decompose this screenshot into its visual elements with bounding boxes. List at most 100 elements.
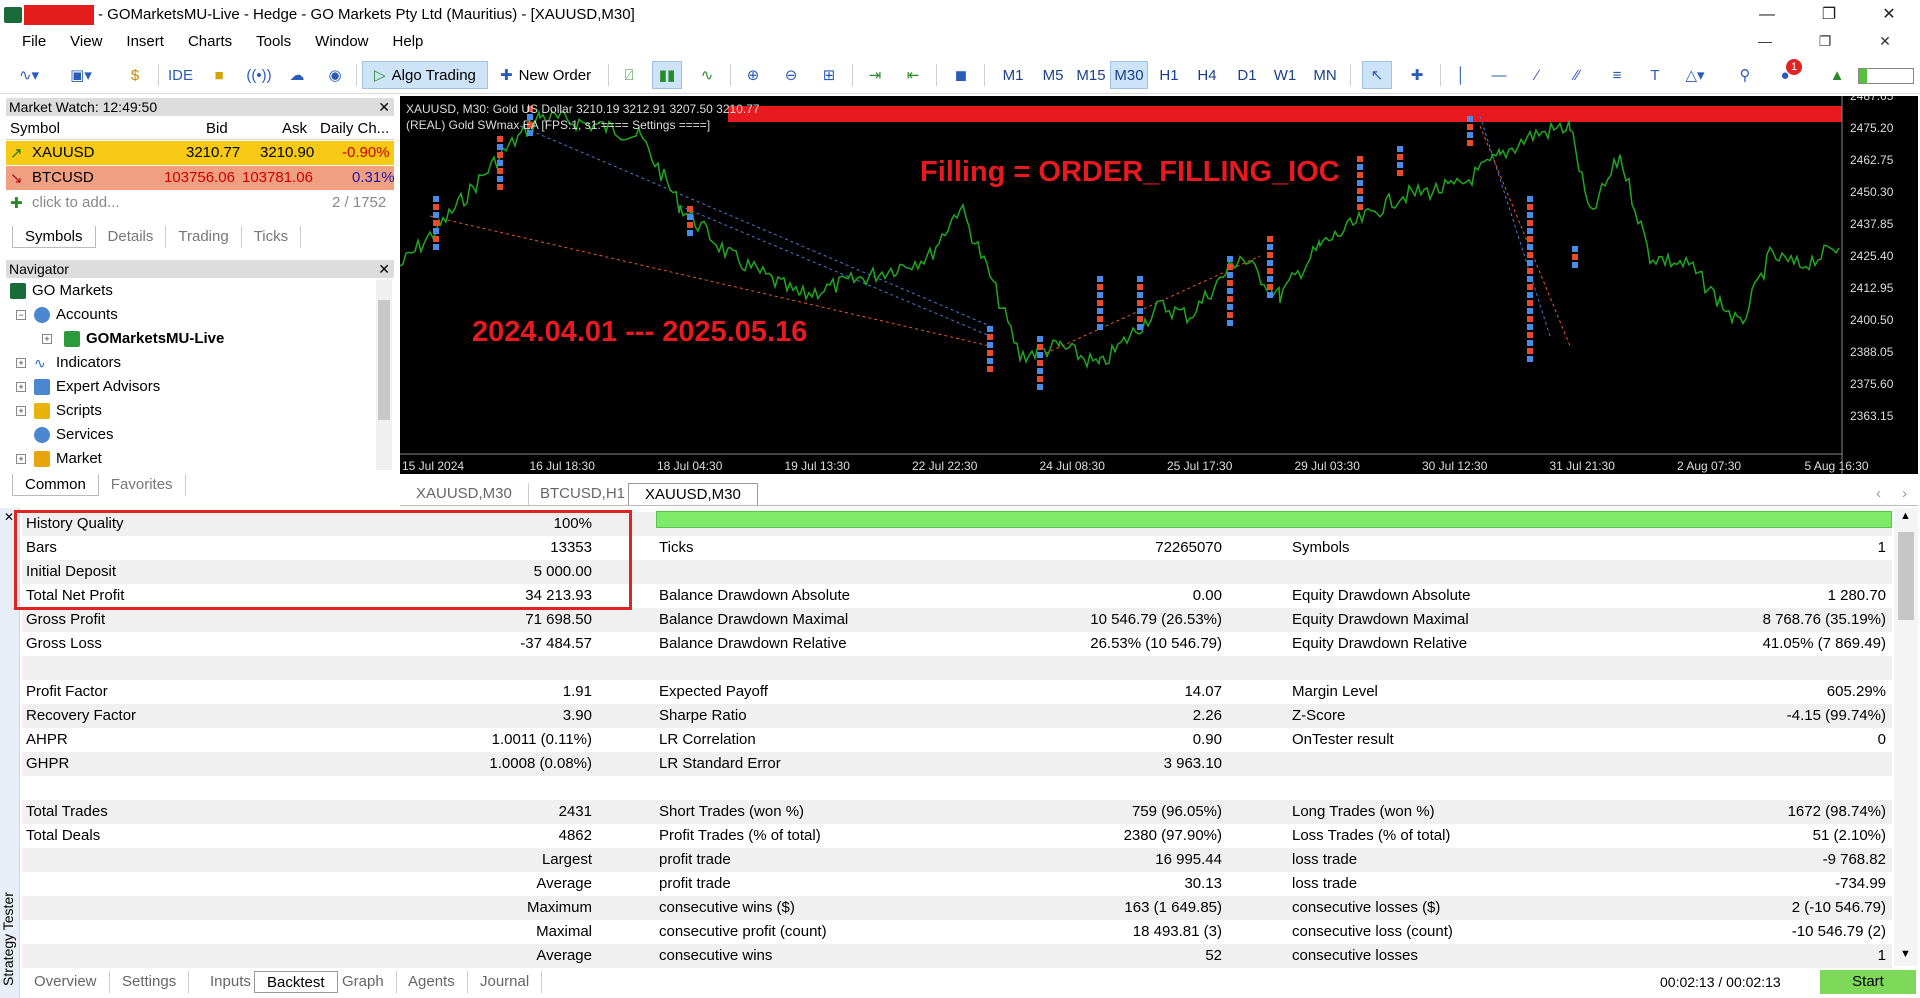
tab-symbols[interactable]: Symbols bbox=[12, 226, 96, 248]
fibo-icon[interactable]: ≡ bbox=[1602, 61, 1632, 89]
trade-marker bbox=[687, 206, 693, 212]
tf-h4[interactable]: H4 bbox=[1188, 61, 1226, 89]
tab-trading[interactable]: Trading bbox=[166, 226, 242, 248]
screenshot-icon[interactable]: ◼ bbox=[946, 61, 976, 89]
tabs-right-icon[interactable]: › bbox=[1886, 483, 1920, 505]
minimize-button[interactable]: — bbox=[1752, 4, 1782, 26]
col-ask[interactable]: Ask bbox=[282, 120, 307, 137]
menu-window[interactable]: Window bbox=[303, 30, 380, 54]
new-order-button[interactable]: ✚ New Order bbox=[494, 61, 597, 89]
nav-scripts[interactable]: Scripts bbox=[34, 402, 102, 419]
nav-go-markets[interactable]: GO Markets bbox=[10, 282, 113, 299]
notifications-icon[interactable]: ● 1 bbox=[1770, 59, 1802, 89]
nav-indicators[interactable]: ∿ Indicators bbox=[34, 354, 121, 371]
nav-expert-advisors[interactable]: Expert Advisors bbox=[34, 378, 160, 395]
expand-icon[interactable]: + bbox=[16, 382, 26, 392]
cloud-icon[interactable]: ☁ bbox=[282, 61, 312, 89]
trendline-icon[interactable]: ∕ bbox=[1522, 61, 1552, 89]
tf-m5[interactable]: M5 bbox=[1034, 61, 1072, 89]
signal-strength-icon[interactable]: ▲ bbox=[1822, 61, 1852, 89]
line-chart-icon[interactable]: ∿ bbox=[692, 61, 722, 89]
chart-tab-xauusd-2[interactable]: XAUUSD,M30 bbox=[628, 483, 758, 505]
tab-agents[interactable]: Agents bbox=[396, 971, 468, 993]
nav-market[interactable]: Market bbox=[34, 450, 102, 467]
tab-ticks[interactable]: Ticks bbox=[242, 226, 302, 248]
tab-favorites[interactable]: Favorites bbox=[99, 474, 186, 496]
expand-icon[interactable]: + bbox=[16, 358, 26, 368]
crosshair-icon[interactable]: ✚ bbox=[1402, 61, 1432, 89]
menu-insert[interactable]: Insert bbox=[114, 30, 176, 54]
tab-settings[interactable]: Settings bbox=[110, 971, 190, 993]
tab-details[interactable]: Details bbox=[96, 226, 167, 248]
ide-button[interactable]: IDE bbox=[162, 61, 199, 89]
tab-backtest[interactable]: Backtest bbox=[254, 971, 338, 993]
tf-m15[interactable]: M15 bbox=[1072, 61, 1110, 89]
bag-icon[interactable]: ■ bbox=[204, 61, 234, 89]
tab-journal[interactable]: Journal bbox=[468, 971, 543, 993]
col-bid[interactable]: Bid bbox=[206, 120, 228, 137]
chart-shift-icon[interactable]: ⇤ bbox=[898, 61, 928, 89]
menu-file[interactable]: File bbox=[0, 30, 58, 54]
menu-view[interactable]: View bbox=[58, 30, 114, 54]
signal-icon[interactable]: ((•)) bbox=[244, 61, 274, 89]
cursor-icon[interactable]: ↖ bbox=[1362, 61, 1392, 89]
expand-icon[interactable]: + bbox=[16, 406, 26, 416]
navigator-close-icon[interactable]: ✕ bbox=[378, 260, 390, 278]
expand-icon[interactable]: + bbox=[42, 334, 52, 344]
vline-icon[interactable]: │ bbox=[1446, 61, 1476, 89]
vps-icon[interactable]: ◉ bbox=[320, 61, 350, 89]
grid-icon[interactable]: ⊞ bbox=[814, 61, 844, 89]
expand-icon[interactable]: + bbox=[16, 454, 26, 464]
navigator-scrollbar[interactable] bbox=[376, 280, 392, 470]
mdi-minimize-icon[interactable]: — bbox=[1752, 33, 1778, 49]
channel-icon[interactable]: ∕∕ bbox=[1562, 61, 1592, 89]
templates-icon[interactable]: ▣▾ bbox=[66, 61, 96, 89]
candles-icon[interactable]: ▮▮ bbox=[652, 61, 682, 89]
mdi-restore-icon[interactable]: ❐ bbox=[1812, 33, 1838, 50]
col-daily-change[interactable]: Daily Ch... bbox=[320, 120, 389, 137]
chart-canvas[interactable]: 2487.65 2475.20 2462.75 2450.30 2437.85 2425.… bbox=[400, 96, 1918, 474]
close-button[interactable]: ✕ bbox=[1874, 4, 1904, 26]
tab-graph[interactable]: Graph bbox=[330, 971, 397, 993]
price-chart[interactable]: 2487.65 2475.20 2462.75 2450.30 2437.85 2425.… bbox=[400, 96, 1918, 474]
zoom-out-icon[interactable]: ⊖ bbox=[776, 61, 806, 89]
chart-type-icon[interactable]: ∿▾ bbox=[14, 61, 44, 89]
nav-accounts[interactable]: Accounts bbox=[34, 306, 118, 323]
report-value: -4.15 (99.74%) bbox=[1786, 707, 1886, 724]
shapes-icon[interactable]: △▾ bbox=[1680, 61, 1710, 89]
col-symbol[interactable]: Symbol bbox=[10, 120, 60, 137]
tf-d1[interactable]: D1 bbox=[1228, 61, 1266, 89]
menu-help[interactable]: Help bbox=[381, 30, 436, 54]
mw-row-btcusd[interactable]: ↘ BTCUSD 103756.06 103781.06 0.31% bbox=[6, 166, 395, 190]
zoom-in-icon[interactable]: ⊕ bbox=[738, 61, 768, 89]
collapse-icon[interactable]: − bbox=[16, 310, 26, 320]
maximize-button[interactable]: ❐ bbox=[1814, 4, 1844, 26]
tab-overview[interactable]: Overview bbox=[22, 971, 110, 993]
bar-chart-icon[interactable]: ⍁ bbox=[614, 61, 644, 89]
tf-mn[interactable]: MN bbox=[1306, 61, 1344, 89]
chart-tab-xauusd-1[interactable]: XAUUSD,M30 bbox=[400, 483, 529, 505]
search-icon[interactable]: ⚲ bbox=[1730, 61, 1760, 89]
start-button[interactable]: Start bbox=[1820, 970, 1916, 994]
nav-account-live[interactable]: GOMarketsMU-Live bbox=[64, 330, 224, 347]
dollar-icon[interactable]: $ bbox=[120, 61, 150, 89]
chart-tab-btcusd[interactable]: BTCUSD,H1 bbox=[524, 483, 643, 505]
mdi-close-icon[interactable]: ✕ bbox=[1872, 33, 1898, 50]
tester-close-icon[interactable]: ✕ bbox=[4, 510, 14, 524]
hline-icon[interactable]: — bbox=[1484, 61, 1514, 89]
menu-charts[interactable]: Charts bbox=[176, 30, 244, 54]
mw-row-xauusd[interactable]: ↗ XAUUSD 3210.77 3210.90 -0.90% bbox=[6, 141, 394, 165]
mw-add-row[interactable]: ✚ click to add... 2 / 1752 bbox=[6, 191, 394, 215]
tf-w1[interactable]: W1 bbox=[1266, 61, 1304, 89]
algo-trading-button[interactable]: ▷ Algo Trading bbox=[362, 61, 488, 89]
tf-m1[interactable]: M1 bbox=[994, 61, 1032, 89]
tf-m30[interactable]: M30 bbox=[1110, 61, 1148, 89]
tab-common[interactable]: Common bbox=[12, 474, 99, 496]
autoscroll-icon[interactable]: ⇥ bbox=[860, 61, 890, 89]
tf-h1[interactable]: H1 bbox=[1150, 61, 1188, 89]
report-scrollbar[interactable]: ▲ ▼ bbox=[1894, 508, 1918, 966]
nav-services[interactable]: Services bbox=[34, 426, 114, 443]
menu-tools[interactable]: Tools bbox=[244, 30, 303, 54]
market-watch-close-icon[interactable]: ✕ bbox=[378, 98, 390, 116]
text-icon[interactable]: T bbox=[1640, 61, 1670, 89]
